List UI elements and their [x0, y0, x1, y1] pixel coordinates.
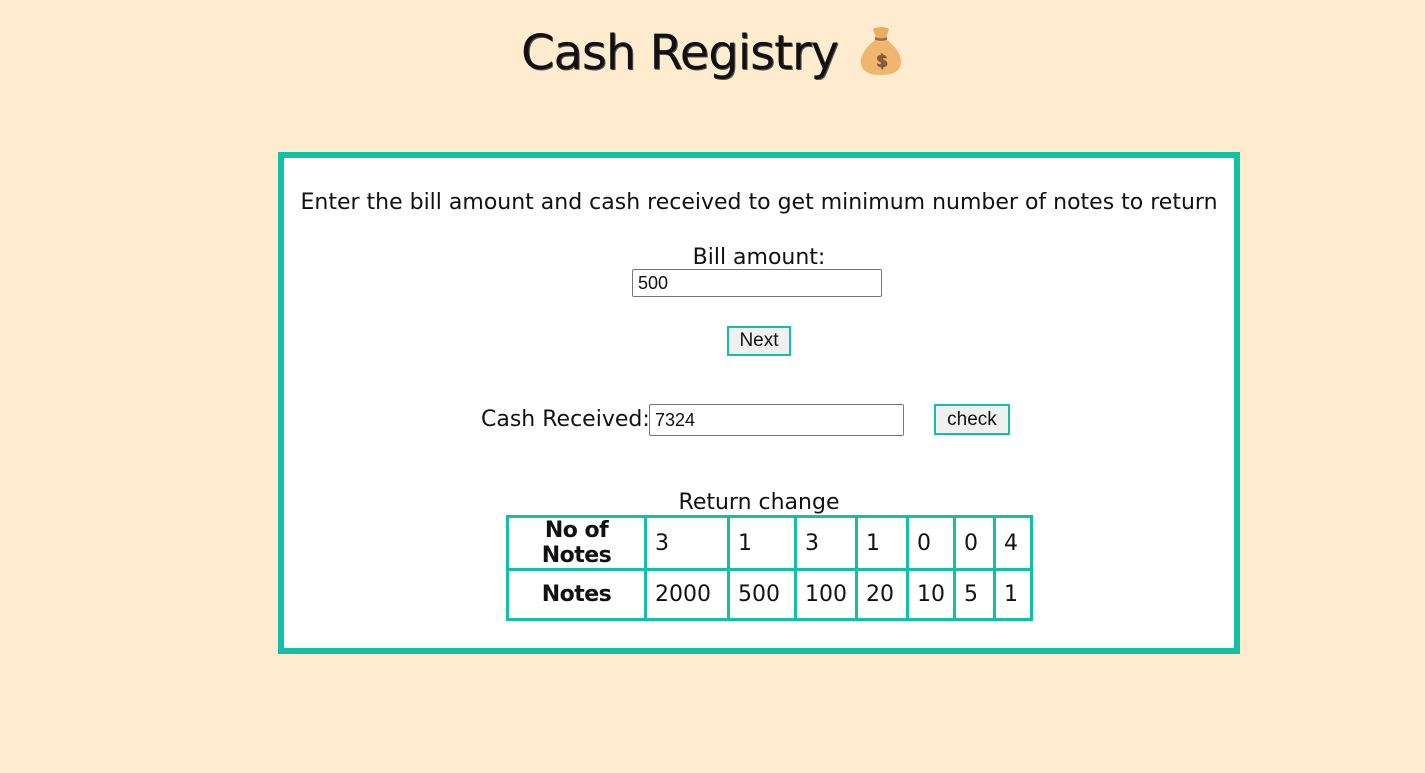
cash-received-label: Cash Received: [481, 407, 650, 432]
no-of-notes-header: No of Notes [506, 515, 647, 571]
notes-header: Notes [506, 568, 647, 621]
note-value-cell: 2000 [644, 568, 730, 621]
bill-amount-label: Bill amount: [692, 245, 826, 270]
table-row: No of Notes 3 1 3 1 0 0 4 [506, 515, 1033, 571]
note-value-cell: 100 [794, 568, 858, 621]
note-value-cell: 1 [993, 568, 1033, 621]
note-count-cell: 1 [727, 515, 797, 571]
money-bag-icon: $ [861, 27, 902, 75]
return-change-label: Return change [678, 490, 840, 515]
note-count-cell: 0 [906, 515, 956, 571]
instructions-text: Enter the bill amount and cash received … [300, 190, 1218, 215]
table-row: Notes 2000 500 100 20 10 5 1 [506, 568, 1033, 621]
check-button[interactable]: check [934, 404, 1010, 435]
note-count-cell: 3 [794, 515, 858, 571]
cash-register-card: Enter the bill amount and cash received … [278, 152, 1240, 654]
page-title: Cash Registry $ [0, 18, 1425, 85]
note-count-cell: 0 [953, 515, 996, 571]
change-table: No of Notes 3 1 3 1 0 0 4 Notes 2000 500… [506, 515, 1033, 621]
page-title-text: Cash Registry [520, 25, 839, 81]
note-count-cell: 1 [855, 515, 909, 571]
note-count-cell: 3 [644, 515, 730, 571]
note-value-cell: 10 [906, 568, 956, 621]
note-value-cell: 500 [727, 568, 797, 621]
cash-received-input[interactable] [649, 404, 904, 436]
next-button[interactable]: Next [727, 326, 791, 356]
bill-amount-input[interactable] [632, 269, 882, 297]
svg-text:$: $ [876, 51, 887, 71]
note-value-cell: 20 [855, 568, 909, 621]
note-value-cell: 5 [953, 568, 996, 621]
note-count-cell: 4 [993, 515, 1033, 571]
